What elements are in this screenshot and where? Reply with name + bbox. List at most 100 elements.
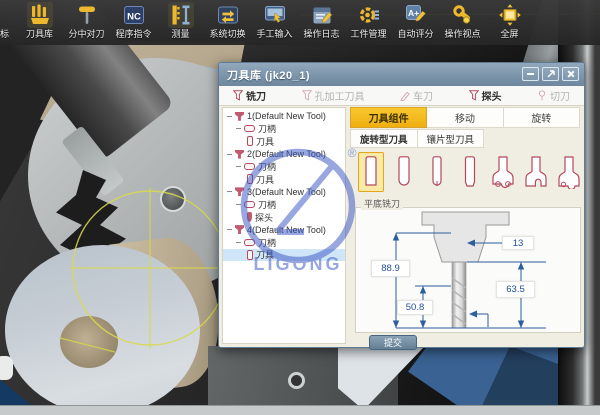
- pin-icon: [537, 90, 547, 101]
- collapse-icon[interactable]: [235, 201, 242, 208]
- tree-item[interactable]: 2(Default New Tool): [223, 148, 345, 161]
- dialog-titlebar[interactable]: 刀具库 (jk20_1): [219, 63, 584, 86]
- tool-library-icon: [27, 2, 53, 28]
- tab-cutoff-tool[interactable]: 切刀: [537, 88, 570, 103]
- tree-item[interactable]: 1(Default New Tool): [223, 110, 345, 123]
- toolbar-item-label: 标: [0, 29, 9, 39]
- tab-label: 旋转: [531, 110, 551, 125]
- toolbar-item-coordinate[interactable]: 标: [0, 0, 16, 39]
- toolbar-item-label: 工件管理: [350, 29, 386, 39]
- toolbar-item-system-switch[interactable]: 系统切换: [204, 0, 251, 39]
- measure-icon: [168, 2, 194, 28]
- tool-diagram-box: 88.9 50.8 63.5 13: [355, 207, 581, 333]
- tree-item[interactable]: 刀柄: [223, 198, 345, 211]
- tool-shape-ball-end-mill[interactable]: [391, 152, 417, 192]
- tree-item[interactable]: 4(Default New Tool): [223, 223, 345, 236]
- main-toolbar: 标 刀具库 分中对刀 NC 程序指令: [0, 0, 600, 45]
- tab-turning-tool[interactable]: 车刀: [400, 88, 433, 103]
- system-switch-icon: [215, 2, 241, 28]
- dialog-title: 刀具库 (jk20_1): [227, 67, 310, 83]
- funnel-icon: [469, 90, 479, 101]
- tool-shape-flange-cutter[interactable]: [556, 152, 581, 192]
- svg-text:NC: NC: [127, 12, 141, 23]
- component-tabs: 刀具组件 移动 旋转: [350, 107, 580, 128]
- tree-item-label: 刀柄: [258, 160, 276, 173]
- tool-node-icon: [235, 150, 244, 159]
- minimize-button[interactable]: [522, 67, 539, 81]
- toolbar-item-viewpoint[interactable]: 操作视点: [439, 0, 486, 39]
- collapse-icon[interactable]: [235, 163, 242, 170]
- toolbar-item-workpiece-manage[interactable]: 工件管理: [345, 0, 392, 39]
- funnel-icon: [233, 90, 243, 101]
- toolbar-item-nc-program[interactable]: NC 程序指令: [110, 0, 157, 39]
- toolbar-item-manual-input[interactable]: 手工输入: [251, 0, 298, 39]
- tool-shape-strip: [351, 149, 581, 195]
- tree-item[interactable]: 刀具: [223, 135, 345, 148]
- toolbar-item-operation-log[interactable]: 操作日志: [298, 0, 345, 39]
- collapse-icon[interactable]: [226, 151, 233, 158]
- tree-item[interactable]: 刀柄: [223, 236, 345, 249]
- collapse-icon[interactable]: [226, 188, 233, 195]
- tree-item-label: 4(Default New Tool): [247, 225, 326, 235]
- tool-dimension-diagram: 88.9 50.8 63.5 13: [356, 208, 580, 332]
- tool-shape-t-slot-cutter[interactable]: [490, 152, 516, 192]
- tree-item-label: 刀柄: [258, 236, 276, 249]
- holder-node-icon: [244, 201, 255, 208]
- tree-item-label: 刀柄: [258, 122, 276, 135]
- manual-input-icon: [262, 2, 288, 28]
- submit-button[interactable]: 提交: [369, 335, 417, 350]
- tool-shape-ball-nose[interactable]: [424, 152, 450, 192]
- toolbar-item-label: 系统切换: [209, 29, 245, 39]
- toolbar-item-measure[interactable]: 测量: [157, 0, 204, 39]
- tool-shape-tapered-mill[interactable]: [457, 152, 483, 192]
- collapse-icon[interactable]: [226, 226, 233, 233]
- tab-tool-components[interactable]: 刀具组件: [350, 107, 427, 128]
- tab-insert-tools[interactable]: 镶片型刀具: [418, 129, 485, 148]
- tab-milling-cutter[interactable]: 铣刀: [233, 88, 266, 103]
- nc-program-icon: NC: [121, 2, 147, 28]
- tab-probe[interactable]: 探头: [469, 88, 502, 103]
- toolbar-item-tool-library[interactable]: 刀具库: [16, 0, 63, 39]
- tab-label: 车刀: [413, 88, 433, 103]
- app-window: 标 刀具库 分中对刀 NC 程序指令: [0, 0, 600, 415]
- toolbar-item-auto-score[interactable]: A+ 自动评分: [392, 0, 439, 39]
- cutter-node-icon: [247, 250, 253, 260]
- toolbar-item-centering[interactable]: 分中对刀: [63, 0, 110, 39]
- tab-rotate[interactable]: 旋转: [504, 107, 580, 128]
- tool-category-tabs: 铣刀 孔加工刀具 车刀 探头 切刀: [219, 86, 584, 106]
- toolbar-item-label: 自动评分: [397, 29, 433, 39]
- tab-label: 移动: [455, 110, 475, 125]
- svg-text:A+: A+: [407, 8, 418, 18]
- tab-move[interactable]: 移动: [427, 107, 503, 128]
- holder-node-icon: [244, 125, 255, 132]
- fullscreen-icon: [497, 2, 523, 28]
- tab-hole-tools[interactable]: 孔加工刀具: [302, 88, 365, 103]
- tab-rotary-tools[interactable]: 旋转型刀具: [350, 129, 418, 148]
- cutter-node-icon: [247, 174, 253, 184]
- collapse-icon[interactable]: [235, 239, 242, 246]
- tree-item[interactable]: 刀具: [223, 173, 345, 186]
- cutter-node-icon: [247, 136, 253, 146]
- tree-item-label: 2(Default New Tool): [247, 149, 326, 159]
- tool-group-label: 平底铣刀: [361, 197, 403, 210]
- close-button[interactable]: [562, 67, 579, 81]
- tool-shape-flat-end-mill[interactable]: [358, 152, 384, 192]
- collapse-icon[interactable]: [235, 125, 242, 132]
- tree-item-label: 刀具: [256, 248, 274, 261]
- tree-item-label: 刀具: [256, 135, 274, 148]
- tree-item-label: 1(Default New Tool): [247, 111, 326, 121]
- tree-item[interactable]: 刀柄: [223, 160, 345, 173]
- tree-item[interactable]: 探头: [223, 211, 345, 224]
- tool-tree: 1(Default New Tool) 刀柄 刀具 2(Default New …: [222, 107, 346, 344]
- tree-item-selected[interactable]: 刀具: [223, 249, 345, 262]
- toolbar-item-label: 操作视点: [444, 29, 480, 39]
- tab-label: 探头: [482, 88, 502, 103]
- tool-shape-dovetail-cutter[interactable]: [523, 152, 549, 192]
- collapse-icon[interactable]: [226, 113, 233, 120]
- holder-node-icon: [244, 163, 255, 170]
- tool-node-icon: [235, 225, 244, 234]
- tree-item[interactable]: 刀柄: [223, 123, 345, 136]
- maximize-button[interactable]: [542, 67, 559, 81]
- tree-item[interactable]: 3(Default New Tool): [223, 186, 345, 199]
- toolbar-item-fullscreen[interactable]: 全屏: [486, 0, 533, 39]
